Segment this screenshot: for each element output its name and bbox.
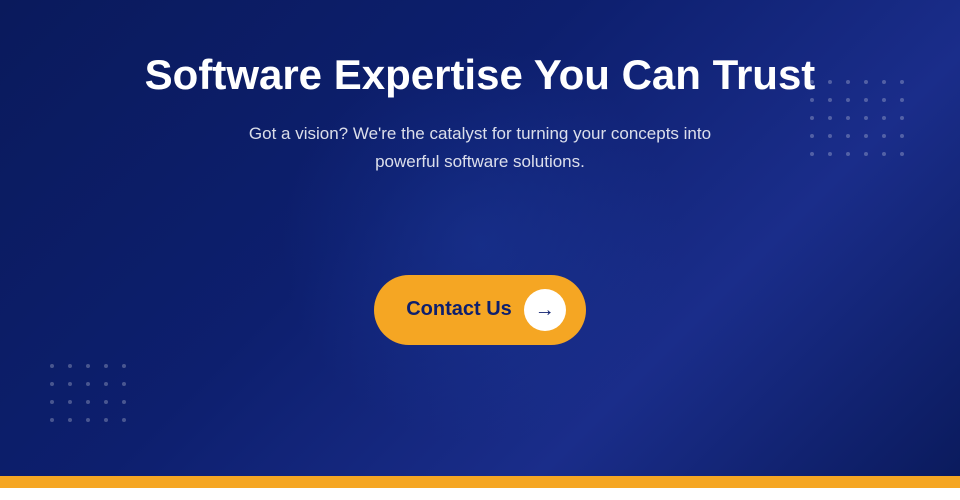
contact-us-button[interactable]: Contact Us → [374, 275, 586, 345]
cta-arrow-circle: → [524, 289, 566, 331]
bottom-accent-bar [0, 476, 960, 488]
dots-pattern-left [50, 364, 132, 428]
hero-title: Software Expertise You Can Trust [145, 50, 816, 100]
hero-section: Software Expertise You Can Trust Got a v… [0, 0, 960, 488]
cta-button-label: Contact Us [406, 298, 512, 321]
hero-subtitle: Got a vision? We're the catalyst for tur… [220, 120, 740, 174]
arrow-right-icon: → [535, 300, 555, 320]
dots-pattern-right [810, 80, 910, 162]
hero-content: Software Expertise You Can Trust Got a v… [145, 50, 816, 345]
